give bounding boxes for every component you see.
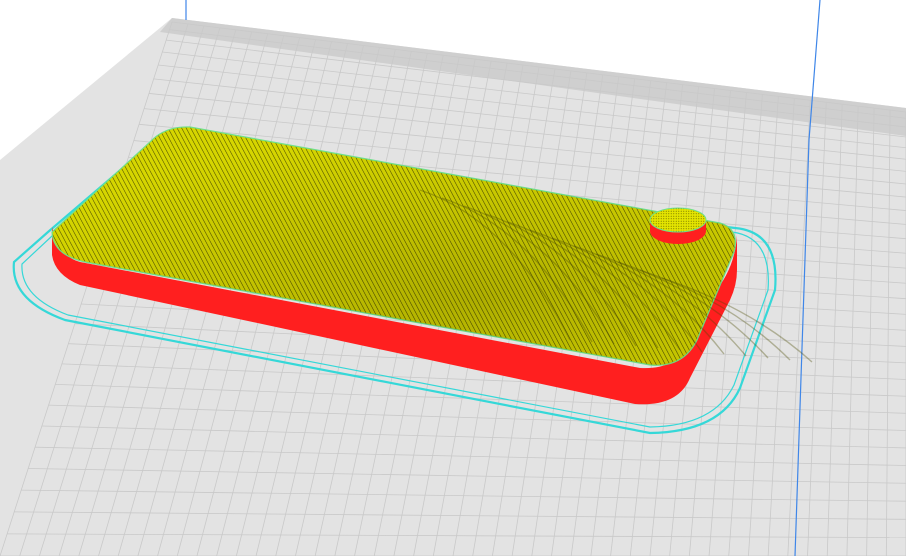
knob-top-skin xyxy=(649,207,707,233)
scene-3d[interactable] xyxy=(0,0,906,556)
preview-viewport[interactable] xyxy=(0,0,906,556)
